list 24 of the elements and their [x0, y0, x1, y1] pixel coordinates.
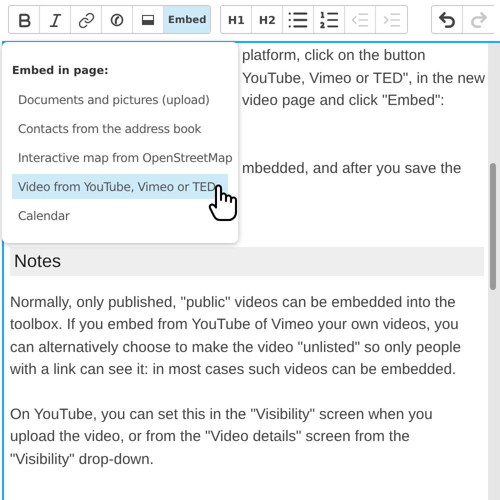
menu-item[interactable]: Documents and pictures (upload) — [12, 87, 228, 112]
undo-button[interactable] — [432, 6, 464, 33]
menu-item[interactable]: Video from YouTube, Vimeo or TED — [12, 174, 228, 199]
toolbar-button[interactable]: Embed — [164, 6, 210, 33]
image-icon — [142, 15, 154, 25]
numbered-list-icon — [318, 9, 340, 31]
menu-heading: Embed in page: — [12, 64, 110, 77]
undo-icon — [437, 10, 458, 30]
bold-button[interactable] — [9, 6, 40, 33]
redo-icon — [468, 10, 489, 30]
text-line: platform, click on the button — [242, 47, 426, 64]
scrollbar[interactable] — [488, 43, 500, 500]
circle-c-icon — [110, 13, 124, 27]
text-line: video page and click "Embed": — [242, 92, 444, 109]
section-heading: Notes — [10, 247, 484, 276]
text-line: mbedded, and after you save the — [242, 160, 462, 176]
text-line: YouTube, Vimeo or TED", in the new — [242, 70, 485, 86]
scrollbar-thumb[interactable] — [490, 163, 496, 290]
italic-icon — [46, 12, 64, 28]
paragraph: Normally, only published, "public" videos can be embedded into the toolbox. If you embed from YouTube of Vimeo your own videos, you can alternatively choose to make the video "unlisted" so only people with a link can see it: in most cases such videos can be embedded. — [10, 292, 462, 380]
menu-item[interactable]: Contacts from the address book — [12, 116, 228, 141]
link-icon — [78, 12, 94, 28]
toolbar-button[interactable]: H1 — [221, 6, 252, 33]
paragraph: On YouTube, you can set this in the "Visibility" screen when you upload the video, or from the "Video details" screen from the "Visibility" drop-down. — [10, 404, 434, 470]
